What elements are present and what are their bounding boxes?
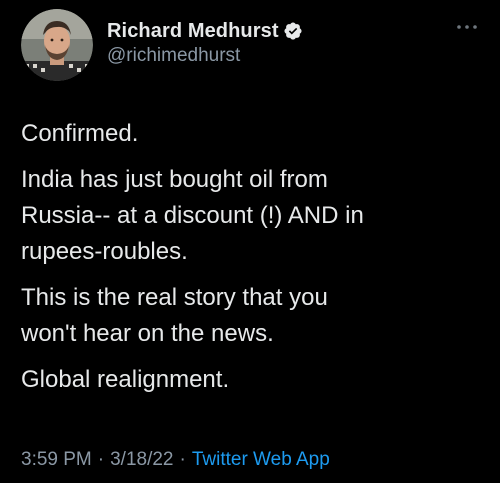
meta-separator: · [179,449,186,470]
verified-badge-icon [283,21,303,41]
author-display-name[interactable]: Richard Medhurst [107,20,279,43]
tweet-time[interactable]: 3:59 PM [21,449,92,471]
more-horizontal-icon [456,17,478,35]
tweet-date[interactable]: 3/18/22 [110,449,173,471]
tweet-metadata: 3:59 PM · 3/18/22 · Twitter Web App [21,449,330,471]
tweet-paragraph: Confirmed. [21,120,139,147]
meta-separator: · [97,449,105,470]
tweet-paragraph: India has just bought oil from Russia-- … [21,166,364,265]
tweet-card: Richard Medhurst @richimedhurst Confirme… [0,0,500,483]
author-name-row: Richard Medhurst [107,18,303,44]
tweet-source-link[interactable]: Twitter Web App [192,449,330,471]
avatar-image [21,9,93,81]
author-handle[interactable]: @richimedhurst [107,45,240,67]
tweet-paragraph: Global realignment. [21,366,230,393]
avatar[interactable] [21,9,93,81]
more-options-button[interactable] [452,16,482,36]
tweet-text: Confirmed. India has just bought oil fro… [21,116,481,408]
tweet-paragraph: This is the real story that you won't he… [21,284,328,347]
